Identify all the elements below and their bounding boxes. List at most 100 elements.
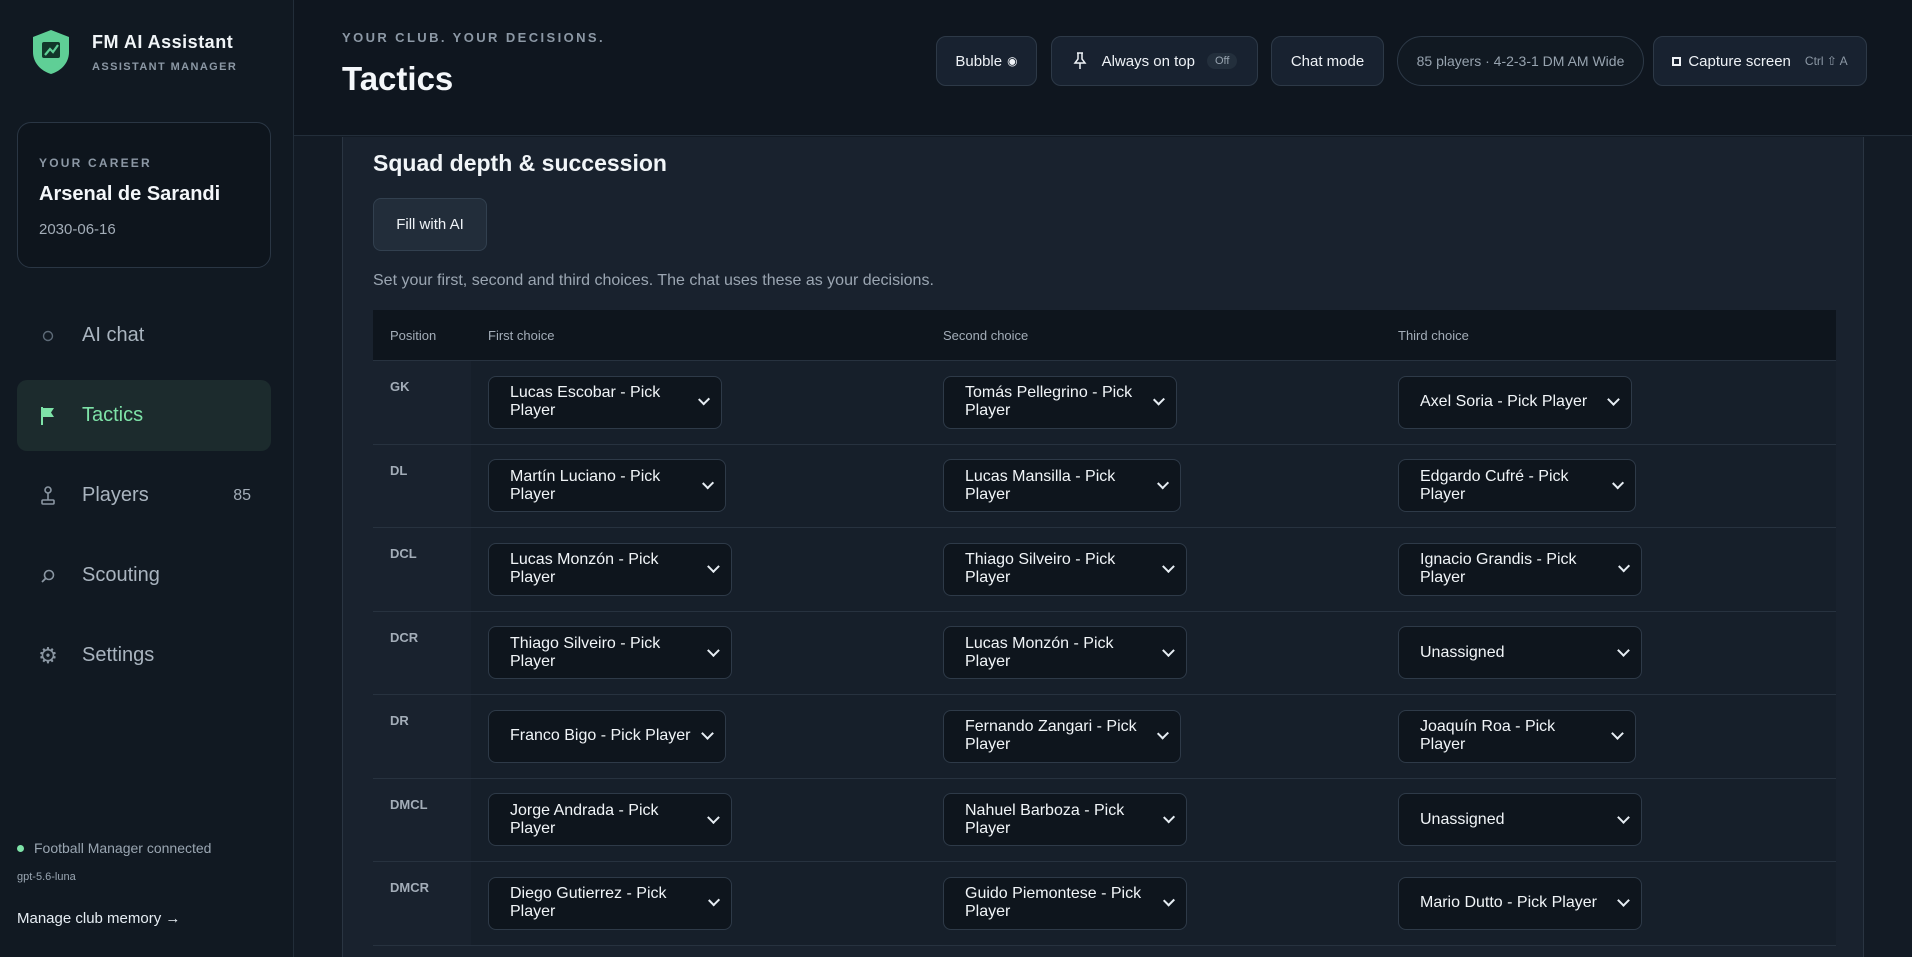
chevron-down-icon [1162,560,1175,573]
table-body: GK Lucas Escobar - Pick Player Tomás Pelle… [373,361,1836,946]
select-value: Unassigned [1420,810,1505,828]
chevron-down-icon [1162,644,1175,657]
chevron-down-icon [1611,477,1624,490]
career-date: 2030-06-16 [39,221,116,238]
select-value: Nahuel Barboza - Pick Player [965,801,1125,837]
sidebar-item-label: Scouting [82,564,160,586]
second-choice-select[interactable]: Lucas Mansilla - Pick Player [943,459,1181,513]
header-third-choice: Third choice [1398,327,1469,343]
table-row: GK Lucas Escobar - Pick Player Tomás Pelle… [373,361,1836,445]
capture-shortcut: Ctrl ⇧ A [1804,54,1848,68]
select-value: Unassigned [1420,643,1505,661]
radio-dot-icon: ◉ [1007,54,1018,68]
table-row: DCL Lucas Monzón - Pick Player Thiago Silv… [373,528,1836,612]
main-content: YOUR CLUB. YOUR DECISIONS. Tactics Bubbl… [294,0,1912,957]
second-choice-select[interactable]: Lucas Monzón - Pick Player [943,626,1187,680]
chevron-down-icon [1617,560,1630,573]
second-choice-cell: Thiago Silveiro - Pick Player [926,528,1381,611]
chevron-down-icon [1617,810,1630,824]
fill-with-ai-button[interactable]: Fill with AI [373,198,487,251]
first-choice-cell: Jorge Andrada - Pick Player [471,779,926,862]
manage-club-memory-link[interactable]: Manage club memory → [17,910,180,927]
sidebar-item-ai-chat[interactable]: AI chat [17,300,271,371]
brand: FM AI Assistant ASSISTANT MANAGER [30,28,237,76]
third-choice-select[interactable]: Unassigned [1398,793,1642,847]
first-choice-select[interactable]: Lucas Monzón - Pick Player [488,542,732,596]
gear-icon: ⚙ [38,642,58,668]
first-choice-select[interactable]: Franco Bigo - Pick Player [488,709,726,763]
sidebar-item-tactics[interactable]: Tactics [17,380,271,451]
first-choice-select[interactable]: Jorge Andrada - Pick Player [488,793,732,847]
select-value: Jorge Andrada - Pick Player [510,801,659,837]
third-choice-select[interactable]: Axel Soria - Pick Player [1398,375,1632,429]
select-value: Mario Dutto - Pick Player [1420,894,1597,912]
brand-title: FM AI Assistant [92,31,234,52]
sidebar-item-settings[interactable]: ⚙ Settings [17,620,271,691]
second-choice-cell: Fernando Zangari - Pick Player [926,695,1381,778]
select-value: Fernando Zangari - Pick Player [965,718,1137,754]
header-position: Position [390,327,437,343]
second-choice-select[interactable]: Tomás Pellegrino - Pick Player [943,375,1177,429]
first-choice-cell: Lucas Monzón - Pick Player [471,528,926,611]
bubble-label: Bubble [955,52,1003,70]
squad-summary-text: 85 players · 4-2-3-1 DM AM Wide [1416,53,1625,69]
select-value: Ignacio Grandis - Pick Player [1420,551,1577,587]
sidebar-item-label: Players [82,484,149,506]
position-cell: DMCL [373,778,471,861]
capture-label: Capture screen [1688,52,1791,70]
first-choice-select[interactable]: Lucas Escobar - Pick Player [488,375,722,429]
chat-mode-button[interactable]: Chat mode [1271,36,1384,86]
chevron-down-icon [1153,393,1166,406]
squad-depth-panel: Squad depth & succession Fill with AI Se… [342,137,1864,957]
chevron-down-icon [707,811,720,824]
bubble-button[interactable]: Bubble ◉ [936,36,1037,86]
third-choice-select[interactable]: Ignacio Grandis - Pick Player [1398,542,1642,596]
select-value: Lucas Monzón - Pick Player [510,551,659,587]
third-choice-cell: Unassigned [1381,612,1836,695]
first-choice-select[interactable]: Thiago Silveiro - Pick Player [488,626,732,680]
first-choice-cell: Diego Gutierrez - Pick Player [471,862,926,945]
always-on-top-toggle[interactable]: Always on top Off [1051,36,1258,86]
sidebar-item-label: AI chat [82,324,145,346]
capture-screen-button[interactable]: Capture screen Ctrl ⇧ A [1653,36,1867,86]
third-choice-cell: Joaquín Roa - Pick Player [1381,695,1836,778]
sidebar-nav: AI chat Tactics Players 85 Scouting ⚙ Se… [17,300,271,700]
second-choice-select[interactable]: Guido Piemontese - Pick Player [943,876,1187,930]
first-choice-select[interactable]: Diego Gutierrez - Pick Player [488,876,732,930]
chevron-down-icon [701,477,714,490]
third-choice-select[interactable]: Mario Dutto - Pick Player [1398,876,1642,930]
sidebar-item-scouting[interactable]: Scouting [17,540,271,611]
players-count-badge: 85 [233,486,251,504]
career-club-name: Arsenal de Sarandi [39,183,221,205]
status-dot-icon [17,844,24,852]
first-choice-cell: Lucas Escobar - Pick Player [471,361,926,444]
third-choice-select[interactable]: Edgardo Cufré - Pick Player [1398,459,1636,513]
chat-mode-label: Chat mode [1290,52,1365,70]
chevron-down-icon [697,393,710,406]
second-choice-select[interactable]: Fernando Zangari - Pick Player [943,709,1181,763]
career-label: YOUR CAREER [39,156,152,170]
chevron-down-icon [1156,477,1169,490]
career-card: YOUR CAREER Arsenal de Sarandi 2030-06-1… [17,122,271,268]
first-choice-select[interactable]: Martín Luciano - Pick Player [488,459,726,513]
second-choice-select[interactable]: Thiago Silveiro - Pick Player [943,542,1187,596]
shield-logo-icon [33,30,69,74]
third-choice-cell: Mario Dutto - Pick Player [1381,862,1836,945]
sidebar-item-players[interactable]: Players 85 [17,460,271,531]
position-cell: GK [373,361,471,444]
second-choice-select[interactable]: Nahuel Barboza - Pick Player [943,793,1187,847]
always-on-top-state-badge: Off [1206,53,1238,69]
third-choice-select[interactable]: Joaquín Roa - Pick Player [1398,709,1636,763]
select-value: Tomás Pellegrino - Pick Player [965,384,1133,420]
select-value: Guido Piemontese - Pick Player [965,885,1142,921]
select-value: Franco Bigo - Pick Player [510,727,691,745]
third-choice-select[interactable]: Unassigned [1398,626,1642,680]
section-title: Squad depth & succession [373,150,667,176]
header-second-choice: Second choice [943,327,1029,343]
table-row: DCR Thiago Silveiro - Pick Player Lucas Mo… [373,611,1836,695]
always-on-top-label: Always on top [1101,52,1195,70]
select-value: Axel Soria - Pick Player [1420,393,1588,411]
chevron-down-icon [1162,811,1175,824]
table-row: DMCL Jorge Andrada - Pick Player Nahuel Ba… [373,778,1836,862]
second-choice-cell: Guido Piemontese - Pick Player [926,862,1381,945]
